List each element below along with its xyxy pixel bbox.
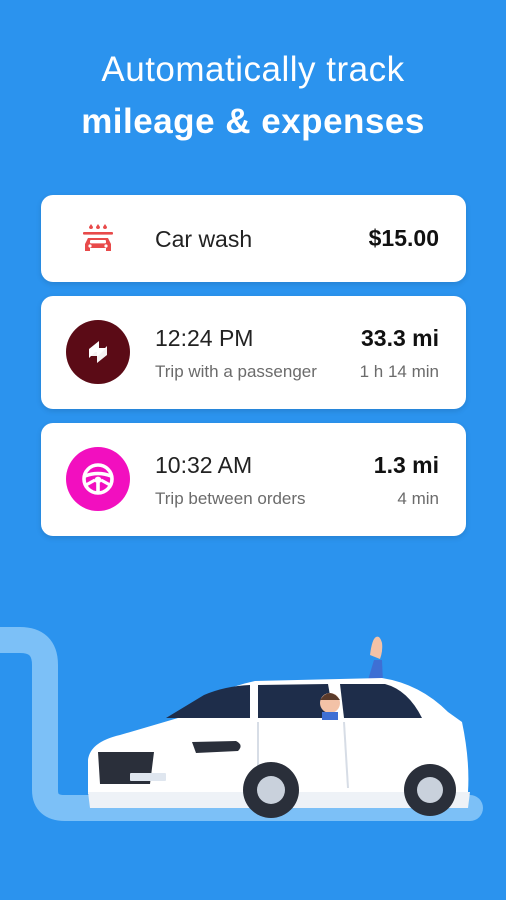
- car-window-front: [166, 685, 250, 718]
- trip-time: 10:32 AM: [155, 452, 253, 478]
- trip-duration: 4 min: [397, 489, 439, 508]
- trip-description: Trip between orders: [155, 489, 306, 508]
- headline: Automatically track mileage & expenses: [0, 46, 506, 150]
- trip-description: Trip with a passenger: [155, 362, 317, 381]
- trip-card-passenger[interactable]: 12:24 PM Trip with a passenger 33.3 mi 1…: [41, 296, 466, 409]
- rideshare-logo-icon: [66, 320, 130, 384]
- trip-time: 12:24 PM: [155, 325, 254, 351]
- headline-line-1: Automatically track: [101, 50, 405, 89]
- expense-label: Car wash: [155, 226, 253, 252]
- car-wash-icon: [83, 224, 113, 251]
- headline-line-2: mileage & expenses: [81, 102, 425, 141]
- trip-distance: 33.3 mi: [361, 325, 439, 351]
- car-headlight: [192, 741, 241, 753]
- trip-distance: 1.3 mi: [373, 452, 439, 478]
- license-plate: [130, 773, 166, 781]
- car-illustration: [0, 627, 483, 821]
- trip-duration: 1 h 14 min: [359, 362, 439, 381]
- trip-card-between-orders[interactable]: 10:32 AM Trip between orders 1.3 mi 4 mi…: [41, 423, 466, 536]
- expense-card-car-wash[interactable]: Car wash $15.00: [41, 195, 466, 282]
- expense-amount: $15.00: [368, 225, 439, 251]
- steering-wheel-icon: [66, 447, 130, 511]
